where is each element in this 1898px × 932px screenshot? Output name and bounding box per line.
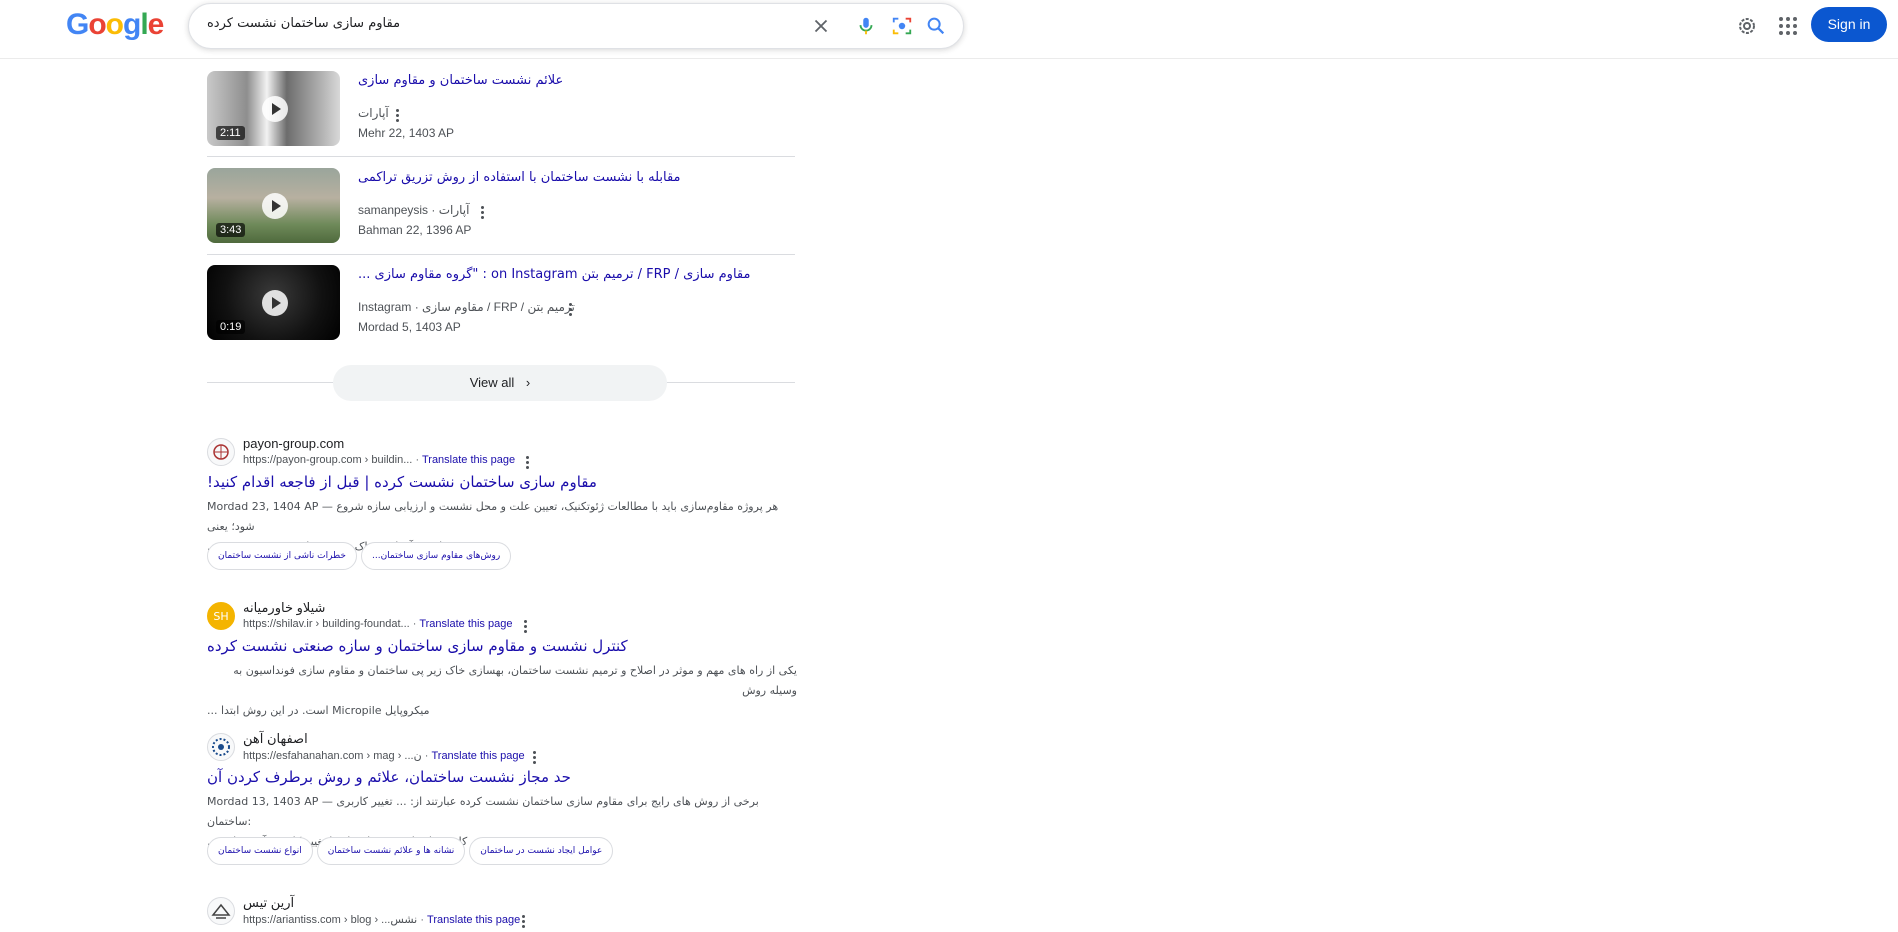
site-favicon-icon[interactable]: SH <box>207 602 235 630</box>
video-thumbnail[interactable]: 2:11 <box>207 71 340 146</box>
video-title[interactable]: مقابله با نشست ساختمان با استفاده از روش… <box>358 170 681 185</box>
search-input[interactable]: مقاوم سازی ساختمان نشست کرده <box>207 16 400 31</box>
video-result[interactable]: 0:19 مقاوم سازی / FRP / ترمیم بتن on Ins… <box>207 265 795 340</box>
more-options-icon[interactable] <box>533 751 537 765</box>
sitelink-chip[interactable]: عوامل ایجاد نشست در ساختمان <box>469 837 614 865</box>
url-text: https://shilav.ir › building-foundat... <box>243 618 410 630</box>
more-options-icon[interactable] <box>481 206 485 220</box>
more-options-icon[interactable] <box>522 915 526 929</box>
chevron-right-icon: › <box>525 375 531 390</box>
video-date: Mordad 5, 1403 AP <box>358 320 461 334</box>
play-icon <box>262 193 288 219</box>
video-source: Instagram · مقاوم سازی / FRP / ترمیم بتن <box>358 300 575 314</box>
result-title[interactable]: حد مجاز نشست ساختمان، علائم و روش برطرف … <box>207 768 571 786</box>
translate-link[interactable]: Translate this page <box>427 914 520 926</box>
apps-grid-icon[interactable] <box>1776 14 1800 38</box>
logo-letter: l <box>140 8 148 41</box>
sitelink-chip[interactable]: روش‌های مقاوم سازی ساختمان... <box>360 542 512 570</box>
video-thumbnail[interactable]: 3:43 <box>207 168 340 243</box>
logo-letter: e <box>147 8 165 41</box>
video-thumbnail[interactable]: 0:19 <box>207 265 340 340</box>
video-title[interactable]: علائم نشست ساختمان و مقاوم سازی <box>358 73 563 88</box>
result-title[interactable]: مقاوم سازی ساختمان نشست کرده | قبل از فا… <box>207 473 597 491</box>
more-options-icon[interactable] <box>524 620 528 634</box>
camera-search-icon[interactable] <box>891 15 913 37</box>
search-result: اصفهان آهن https://esfahanahan.com › mag… <box>207 731 807 871</box>
site-favicon-icon[interactable] <box>207 897 235 925</box>
video-source: samanpeysis · آپارات <box>358 203 470 217</box>
svg-text:SH: SH <box>213 610 228 623</box>
site-name[interactable]: payon-group.com <box>243 436 344 451</box>
video-result[interactable]: 2:11 علائم نشست ساختمان و مقاوم سازی آپا… <box>207 71 795 146</box>
search-result: آرین تیس https://ariantiss.com › blog › … <box>207 895 807 932</box>
play-icon <box>262 290 288 316</box>
result-date: Mordad 23, 1404 AP — <box>207 500 333 513</box>
url-text: https://ariantiss.com › blog › ...نشس <box>243 914 418 926</box>
video-date: Mehr 22, 1403 AP <box>358 126 455 140</box>
sitelink-chip[interactable]: خطرات ناشی از نشست ساختمان <box>207 542 357 570</box>
video-date: Bahman 22, 1396 AP <box>358 223 472 237</box>
result-snippet: یکی از راه های مهم و موثر در اصلاح و ترم… <box>207 661 797 721</box>
result-url[interactable]: https://shilav.ir › building-foundat... … <box>243 618 512 630</box>
url-text: https://payon-group.com › buildin... <box>243 454 413 466</box>
sitelink-chips: خطرات ناشی از نشست ساختمان روش‌های مقاوم … <box>207 542 515 570</box>
close-icon[interactable] <box>810 15 832 37</box>
header-bar: Google مقاوم سازی ساختمان نشست کرده Sign… <box>0 0 1898 59</box>
logo-letter: g <box>123 8 141 41</box>
sign-in-button[interactable]: Sign in <box>1811 7 1887 42</box>
site-name[interactable]: اصفهان آهن <box>243 731 308 747</box>
logo-letter: o <box>88 8 106 41</box>
site-name[interactable]: شیلاو خاورمیانه <box>243 600 325 616</box>
snippet-line: یکی از راه های مهم و موثر در اصلاح و ترم… <box>233 664 797 697</box>
play-icon <box>262 96 288 122</box>
view-all-button[interactable]: View all › <box>333 365 667 401</box>
video-duration: 3:43 <box>216 223 246 237</box>
view-all-label: View all <box>469 375 515 390</box>
site-name[interactable]: آرین تیس <box>243 895 294 911</box>
settings-gear-icon[interactable] <box>1735 14 1759 38</box>
microphone-icon[interactable] <box>855 15 877 37</box>
search-box[interactable]: مقاوم سازی ساختمان نشست کرده <box>188 3 964 49</box>
logo-letter: G <box>66 8 89 41</box>
more-options-icon[interactable] <box>569 303 573 317</box>
site-favicon-icon[interactable] <box>207 733 235 761</box>
result-title[interactable]: کنترل نشست و مقاوم سازی ساختمان و سازه ص… <box>207 637 628 655</box>
result-date: Mordad 13, 1403 AP — <box>207 795 333 808</box>
google-logo[interactable]: Google <box>66 8 165 42</box>
sitelink-chips: انواع نشست ساختمان نشانه ها و علائم نشست … <box>207 837 617 865</box>
result-url[interactable]: https://payon-group.com › buildin... · T… <box>243 454 515 466</box>
divider <box>207 254 795 255</box>
translate-link[interactable]: Translate this page <box>422 454 515 466</box>
snippet-line: میکروپایل Micropile است. در این روش ابتد… <box>207 704 430 717</box>
more-options-icon[interactable] <box>526 456 530 470</box>
result-url[interactable]: https://ariantiss.com › blog › ...نشس · … <box>243 913 520 926</box>
divider <box>207 156 795 157</box>
search-result: SH شیلاو خاورمیانه https://shilav.ir › b… <box>207 600 807 717</box>
video-result[interactable]: 3:43 مقابله با نشست ساختمان با استفاده ا… <box>207 168 795 243</box>
translate-link[interactable]: Translate this page <box>419 618 512 630</box>
search-icon[interactable] <box>925 15 947 37</box>
logo-letter: o <box>105 8 124 41</box>
translate-link[interactable]: Translate this page <box>431 750 524 762</box>
video-source: آپارات <box>358 106 389 120</box>
video-duration: 0:19 <box>216 320 246 334</box>
sitelink-chip[interactable]: انواع نشست ساختمان <box>207 837 313 865</box>
url-text: https://esfahanahan.com › mag › ...ن <box>243 750 422 762</box>
sitelink-chip[interactable]: نشانه ها و علائم نشست ساختمان <box>316 837 466 865</box>
video-title[interactable]: مقاوم سازی / FRP / ترمیم بتن on Instagra… <box>358 267 750 282</box>
site-favicon-icon[interactable] <box>207 438 235 466</box>
more-options-icon[interactable] <box>396 109 400 123</box>
search-result: payon-group.com https://payon-group.com … <box>207 436 807 571</box>
result-url[interactable]: https://esfahanahan.com › mag › ...ن · T… <box>243 749 525 762</box>
video-duration: 2:11 <box>216 126 245 140</box>
